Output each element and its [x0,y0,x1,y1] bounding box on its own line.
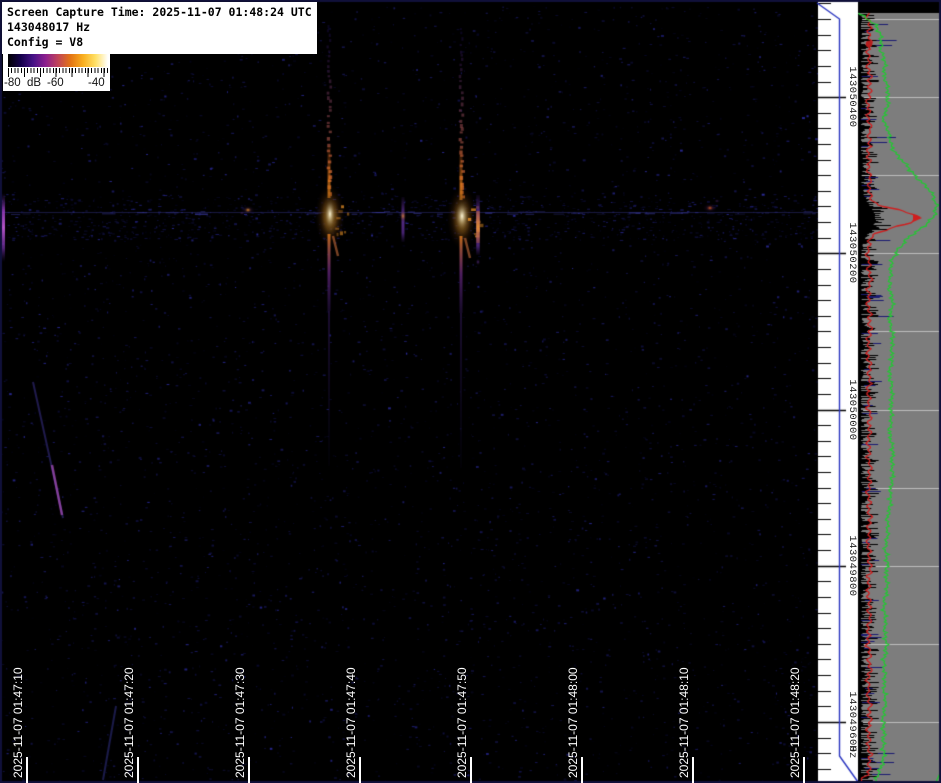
time-tick-label: 2025-11-07 01:47:20 [122,667,136,778]
colorbar-tick-ruler [8,68,108,77]
colorbar-minor-ticks [8,68,108,73]
time-tick-mark [470,757,472,783]
frequency-tick-label: 143049600 [846,691,858,752]
waterfall-spectrogram-canvas [0,0,941,783]
colorbar-gradient [8,54,108,67]
time-tick-mark [248,757,250,783]
frequency-tick-label: 143050200 [846,222,858,283]
colorbar-label: dB [27,77,41,89]
colorbar-label: -80 [4,77,21,89]
frequency-tick-label: 143050000 [846,379,858,440]
intensity-colorbar: -80 dB -60 -40 [3,52,110,91]
capture-time-text: Screen Capture Time: 2025-11-07 01:48:24… [7,5,312,20]
capture-config-text: Config = V8 [7,35,312,50]
capture-frequency-text: 143048017 Hz [7,20,312,35]
colorbar-label: -40 [88,77,105,89]
time-tick-label: 2025-11-07 01:47:50 [455,667,469,778]
time-tick-mark [692,757,694,783]
frequency-tick-label: 143050400 [846,66,858,127]
time-tick-label: 2025-11-07 01:48:10 [677,667,691,778]
colorbar-label: -60 [47,77,64,89]
time-tick-mark [803,757,805,783]
spectrum-lab-window: Screen Capture Time: 2025-11-07 01:48:24… [0,0,941,783]
time-tick-mark [359,757,361,783]
time-tick-label: 2025-11-07 01:47:40 [344,667,358,778]
capture-info-box: Screen Capture Time: 2025-11-07 01:48:24… [2,2,317,54]
time-tick-label: 2025-11-07 01:48:20 [788,667,802,778]
time-tick-label: 2025-11-07 01:48:00 [566,667,580,778]
frequency-unit-label: Hz [846,745,858,759]
time-tick-mark [26,757,28,783]
time-tick-label: 2025-11-07 01:47:30 [233,667,247,778]
time-tick-label: 2025-11-07 01:47:10 [11,667,25,778]
time-tick-mark [581,757,583,783]
frequency-tick-label: 143049800 [846,535,858,596]
time-tick-mark [137,757,139,783]
